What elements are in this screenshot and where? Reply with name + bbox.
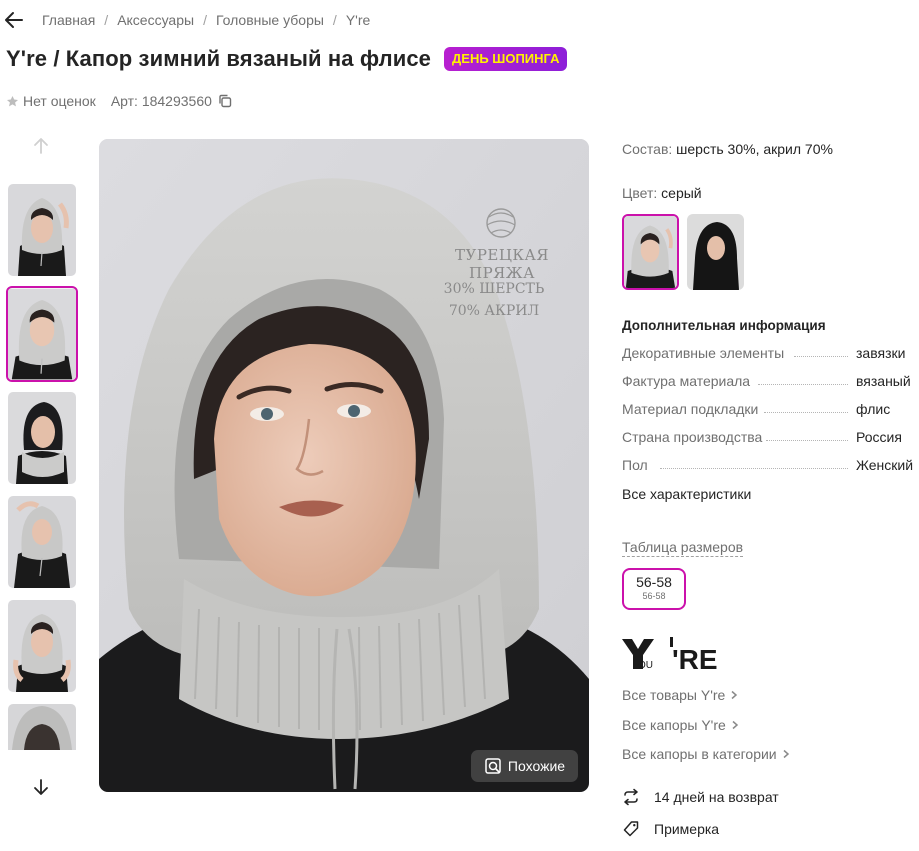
return-policy: 14 дней на возврат [622,788,779,806]
arrow-down-icon[interactable] [31,777,51,797]
arrow-up-icon [34,138,48,154]
thumbnail-1[interactable] [8,184,76,276]
thumbnail-image [8,496,76,588]
star-icon [6,95,19,106]
chevron-right-icon [783,749,789,759]
similar-button-label: Похожие [507,758,566,774]
color-swatch-grey[interactable] [622,214,679,290]
additional-info-title: Дополнительная информация [622,318,826,333]
product-meta: Нет оценок Арт: 184293560 [6,93,232,109]
chevron-right-icon [732,720,738,730]
fitting: Примерка [622,820,719,838]
promo-badge: ДЕНЬ ШОПИНГА [444,47,568,71]
thumbnail-image [8,392,76,484]
link-label: Все товары Y're [622,687,726,703]
thumbnail-gallery [6,132,78,802]
thumbnail-image [8,704,76,750]
page-title: Y're / Капор зимний вязаный на флисе [6,46,432,71]
all-brand-products-link[interactable]: Все товары Y're [622,687,739,703]
composition-value: шерсть 30%, акрил 70% [676,141,833,157]
spec-key: Фактура материала [622,373,751,389]
photo-overlay-title: ТУРЕЦКАЯ ПРЯЖА [454,246,550,282]
thumbnail-2[interactable] [6,286,78,382]
photo-overlay-acrylic: 70% АКРИЛ [448,303,540,319]
breadcrumb-separator: / [104,12,109,28]
breadcrumb: Главная / Аксессуары / Головные уборы / … [42,12,370,28]
spec-dots [758,384,848,385]
swatch-image [687,214,744,290]
spec-key: Страна производства [622,429,763,445]
breadcrumb-item-home[interactable]: Главная [42,12,95,28]
article-label: Арт: [110,93,138,109]
thumbnail-6[interactable] [8,704,76,750]
breadcrumb-separator: / [203,12,207,28]
all-specs-link[interactable]: Все характеристики [622,486,751,502]
brand-logo[interactable]: OU 'RE [622,635,722,673]
copy-icon[interactable] [218,94,232,108]
title-row: Y're / Капор зимний вязаный на флисе ДЕН… [6,46,568,72]
spec-dots [766,440,848,441]
link-label: Все капоры Y're [622,717,726,733]
thumbnail-4[interactable] [8,496,76,588]
thumbnail-image [8,184,76,276]
similar-button[interactable]: Похожие [471,750,578,782]
spec-value: завязки [856,345,906,361]
rating[interactable]: Нет оценок [6,93,96,109]
color-value: серый [661,185,702,201]
spec-value: Женский [856,457,914,473]
breadcrumb-item-accessories[interactable]: Аксессуары [117,12,194,28]
tag-icon [623,821,639,837]
spec-row: Страна производства Россия [622,429,919,449]
main-product-photo[interactable]: ТУРЕЦКАЯ ПРЯЖА 30% ШЕРСТЬ 70% АКРИЛ Похо… [99,139,589,792]
spec-value: Россия [856,429,902,445]
size-table-link[interactable]: Таблица размеров [622,539,744,557]
composition: Состав: шерсть 30%, акрил 70% [622,141,833,157]
size-option-56-58[interactable]: 56-58 56-58 [622,568,686,610]
link-label: Все капоры в категории [622,746,777,762]
spec-dots [764,412,848,413]
spec-key: Декоративные элементы [622,345,785,361]
spec-key: Пол [622,457,648,473]
image-search-icon [485,758,501,774]
spec-dots [660,468,848,469]
brand-logo-small: OU [638,660,653,671]
composition-label: Состав: [622,141,673,157]
color-swatch-black[interactable] [687,214,744,290]
all-brand-hoods-link[interactable]: Все капоры Y're [622,717,740,733]
article-value: 184293560 [141,93,212,109]
chevron-right-icon [731,690,738,700]
thumbnail-image [8,288,76,380]
thumbnail-5[interactable] [8,600,76,692]
thumbnail-image [8,600,76,692]
thumbnail-3[interactable] [8,392,76,484]
color-label: Цвет: [622,185,658,201]
spec-value: вязаный [856,373,911,389]
photo-overlay-wool: 30% ШЕРСТЬ [443,281,545,297]
article: Арт: 184293560 [111,93,232,109]
spec-row: Материал подкладки флис [622,401,919,421]
breadcrumb-item-headwear[interactable]: Головные уборы [216,12,324,28]
all-category-hoods-link[interactable]: Все капоры в категории [622,746,791,762]
return-icon [624,788,638,806]
back-arrow-icon[interactable] [4,10,24,30]
return-policy-text: 14 дней на возврат [654,789,779,805]
spec-key: Материал подкладки [622,401,759,417]
size-label: 56-58 [636,574,672,590]
spec-dots [794,356,848,357]
breadcrumb-separator: / [332,12,337,28]
swatch-image [624,216,677,288]
spec-row: Пол Женский [622,457,919,477]
rating-text: Нет оценок [23,93,96,109]
spec-value: флис [856,401,891,417]
brand-logo-text: 'RE [672,644,718,673]
spec-row: Фактура материала вязаный [622,373,919,393]
breadcrumb-item-brand[interactable]: Y're [346,12,370,28]
size-sublabel: 56-58 [642,591,666,601]
product-image [99,139,589,792]
color: Цвет: серый [622,185,702,201]
spec-row: Декоративные элементы завязки [622,345,919,365]
fitting-text: Примерка [654,821,720,837]
